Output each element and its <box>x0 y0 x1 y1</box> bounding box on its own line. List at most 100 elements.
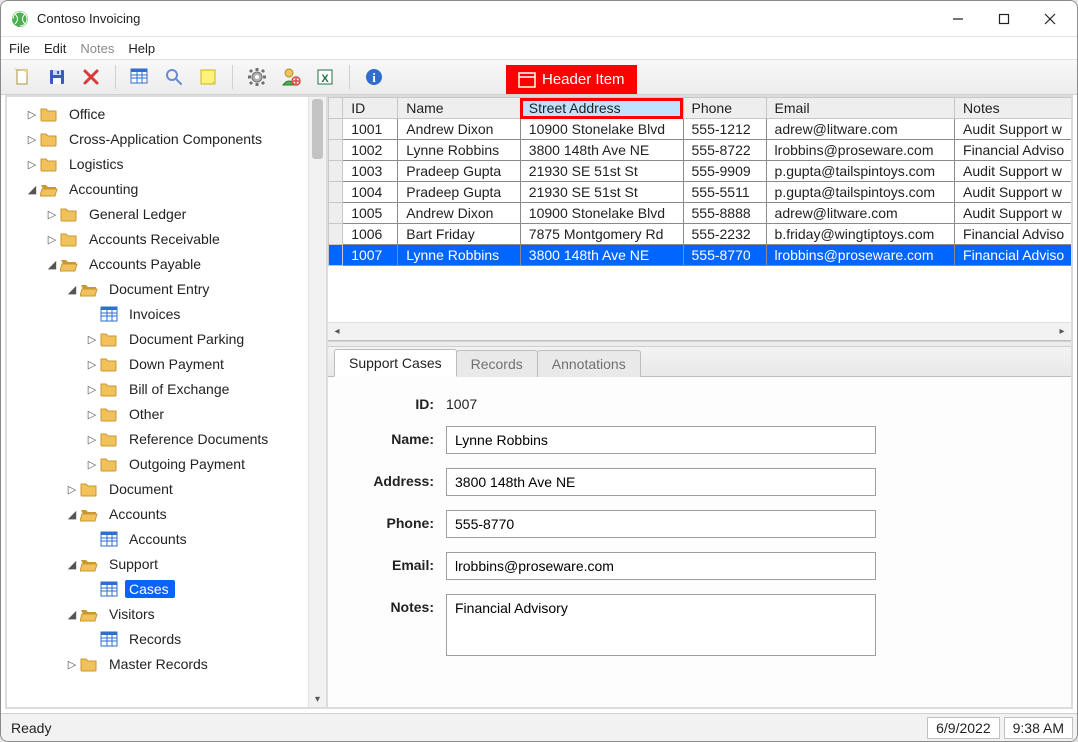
cell-notes[interactable]: Financial Adviso <box>955 140 1071 161</box>
cell-notes[interactable]: Audit Support w <box>955 182 1071 203</box>
tab-annotations[interactable]: Annotations <box>537 350 641 377</box>
tree-item-logistics[interactable]: ▷ Logistics <box>7 151 308 176</box>
cell-addr[interactable]: 21930 SE 51st St <box>520 161 683 182</box>
table-row[interactable]: 1002Lynne Robbins3800 148th Ave NE555-87… <box>329 140 1072 161</box>
tree-item-document-entry[interactable]: ◢ Document Entry <box>7 276 308 301</box>
table-row[interactable]: 1001Andrew Dixon10900 Stonelake Blvd555-… <box>329 119 1072 140</box>
tree-item-visitors[interactable]: ◢ Visitors <box>7 601 308 626</box>
cell-email[interactable]: lrobbins@proseware.com <box>766 140 955 161</box>
user-button[interactable] <box>277 63 305 91</box>
cell-phone[interactable]: 555-2232 <box>683 224 766 245</box>
row-header[interactable] <box>329 224 343 245</box>
input-address[interactable] <box>446 468 876 496</box>
row-header-corner[interactable] <box>329 98 343 119</box>
col-header-id[interactable]: ID <box>343 98 398 119</box>
cell-addr[interactable]: 10900 Stonelake Blvd <box>520 203 683 224</box>
tree-item-office[interactable]: ▷ Office <box>7 101 308 126</box>
cell-email[interactable]: p.gupta@tailspintoys.com <box>766 161 955 182</box>
cell-name[interactable]: Andrew Dixon <box>398 119 521 140</box>
cell-email[interactable]: lrobbins@proseware.com <box>766 245 955 266</box>
tab-records[interactable]: Records <box>456 350 538 377</box>
tree-item-other[interactable]: ▷ Other <box>7 401 308 426</box>
row-header[interactable] <box>329 182 343 203</box>
tree-item-outgoing-payment[interactable]: ▷ Outgoing Payment <box>7 451 308 476</box>
col-header-name[interactable]: Name <box>398 98 521 119</box>
cell-notes[interactable]: Financial Adviso <box>955 245 1071 266</box>
scroll-right-icon[interactable]: ▸ <box>1053 323 1071 340</box>
data-grid[interactable]: ID Name Street Address Phone Email Notes… <box>328 97 1071 322</box>
close-button[interactable] <box>1027 3 1073 35</box>
menu-file[interactable]: File <box>9 41 30 56</box>
row-header[interactable] <box>329 161 343 182</box>
grid-button[interactable] <box>126 63 154 91</box>
tree-item-cross-app[interactable]: ▷ Cross-Application Components <box>7 126 308 151</box>
cell-phone[interactable]: 555-8722 <box>683 140 766 161</box>
row-header[interactable] <box>329 140 343 161</box>
note-button[interactable] <box>194 63 222 91</box>
row-header[interactable] <box>329 119 343 140</box>
table-row[interactable]: 1005Andrew Dixon10900 Stonelake Blvd555-… <box>329 203 1072 224</box>
info-button[interactable]: i <box>360 63 388 91</box>
cell-email[interactable]: b.friday@wingtiptoys.com <box>766 224 955 245</box>
cell-name[interactable]: Andrew Dixon <box>398 203 521 224</box>
cell-email[interactable]: adrew@litware.com <box>766 119 955 140</box>
scroll-left-icon[interactable]: ◂ <box>328 323 346 340</box>
tree-item-master-records[interactable]: ▷ Master Records <box>7 651 308 676</box>
cell-email[interactable]: p.gupta@tailspintoys.com <box>766 182 955 203</box>
grid-h-scrollbar[interactable]: ◂ ▸ <box>328 322 1071 340</box>
cell-addr[interactable]: 3800 148th Ave NE <box>520 245 683 266</box>
scrollbar-down-icon[interactable]: ▾ <box>309 691 326 707</box>
tree-item-cases[interactable]: Cases <box>7 576 308 601</box>
tree-item-support[interactable]: ◢ Support <box>7 551 308 576</box>
minimize-button[interactable] <box>935 3 981 35</box>
maximize-button[interactable] <box>981 3 1027 35</box>
col-header-notes[interactable]: Notes <box>955 98 1071 119</box>
cell-phone[interactable]: 555-8770 <box>683 245 766 266</box>
tree-item-document-parking[interactable]: ▷ Document Parking <box>7 326 308 351</box>
cell-notes[interactable]: Audit Support w <box>955 203 1071 224</box>
table-row[interactable]: 1007Lynne Robbins3800 148th Ave NE555-87… <box>329 245 1072 266</box>
tree-item-accounts-receivable[interactable]: ▷ Accounts Receivable <box>7 226 308 251</box>
input-notes[interactable]: Financial Advisory <box>446 594 876 656</box>
col-header-street-address[interactable]: Street Address <box>520 98 683 119</box>
cell-phone[interactable]: 555-1212 <box>683 119 766 140</box>
cell-id[interactable]: 1001 <box>343 119 398 140</box>
input-name[interactable] <box>446 426 876 454</box>
export-excel-button[interactable]: X <box>311 63 339 91</box>
new-button[interactable] <box>9 63 37 91</box>
tree-item-document[interactable]: ▷ Document <box>7 476 308 501</box>
col-header-phone[interactable]: Phone <box>683 98 766 119</box>
cell-name[interactable]: Pradeep Gupta <box>398 182 521 203</box>
cell-notes[interactable]: Audit Support w <box>955 119 1071 140</box>
tree-item-accounts-payable[interactable]: ◢ Accounts Payable <box>7 251 308 276</box>
cell-phone[interactable]: 555-8888 <box>683 203 766 224</box>
menu-notes[interactable]: Notes <box>80 41 114 56</box>
cell-notes[interactable]: Audit Support w <box>955 161 1071 182</box>
cell-addr[interactable]: 3800 148th Ave NE <box>520 140 683 161</box>
save-button[interactable] <box>43 63 71 91</box>
tree-item-reference-documents[interactable]: ▷ Reference Documents <box>7 426 308 451</box>
table-row[interactable]: 1003Pradeep Gupta21930 SE 51st St555-990… <box>329 161 1072 182</box>
tree-item-invoices[interactable]: Invoices <box>7 301 308 326</box>
cell-addr[interactable]: 21930 SE 51st St <box>520 182 683 203</box>
scrollbar-thumb[interactable] <box>312 99 323 159</box>
row-header[interactable] <box>329 245 343 266</box>
cell-id[interactable]: 1006 <box>343 224 398 245</box>
delete-button[interactable] <box>77 63 105 91</box>
col-header-email[interactable]: Email <box>766 98 955 119</box>
cell-email[interactable]: adrew@litware.com <box>766 203 955 224</box>
input-email[interactable] <box>446 552 876 580</box>
cell-name[interactable]: Lynne Robbins <box>398 245 521 266</box>
cell-id[interactable]: 1003 <box>343 161 398 182</box>
table-row[interactable]: 1006Bart Friday7875 Montgomery Rd555-223… <box>329 224 1072 245</box>
table-row[interactable]: 1004Pradeep Gupta21930 SE 51st St555-551… <box>329 182 1072 203</box>
tree-view[interactable]: ▷ Office ▷ Cross-Application Components … <box>7 97 308 707</box>
cell-name[interactable]: Bart Friday <box>398 224 521 245</box>
cell-phone[interactable]: 555-5511 <box>683 182 766 203</box>
cell-id[interactable]: 1005 <box>343 203 398 224</box>
menu-edit[interactable]: Edit <box>44 41 66 56</box>
cell-id[interactable]: 1002 <box>343 140 398 161</box>
cell-phone[interactable]: 555-9909 <box>683 161 766 182</box>
tree-item-accounting[interactable]: ◢ Accounting <box>7 176 308 201</box>
cell-name[interactable]: Pradeep Gupta <box>398 161 521 182</box>
